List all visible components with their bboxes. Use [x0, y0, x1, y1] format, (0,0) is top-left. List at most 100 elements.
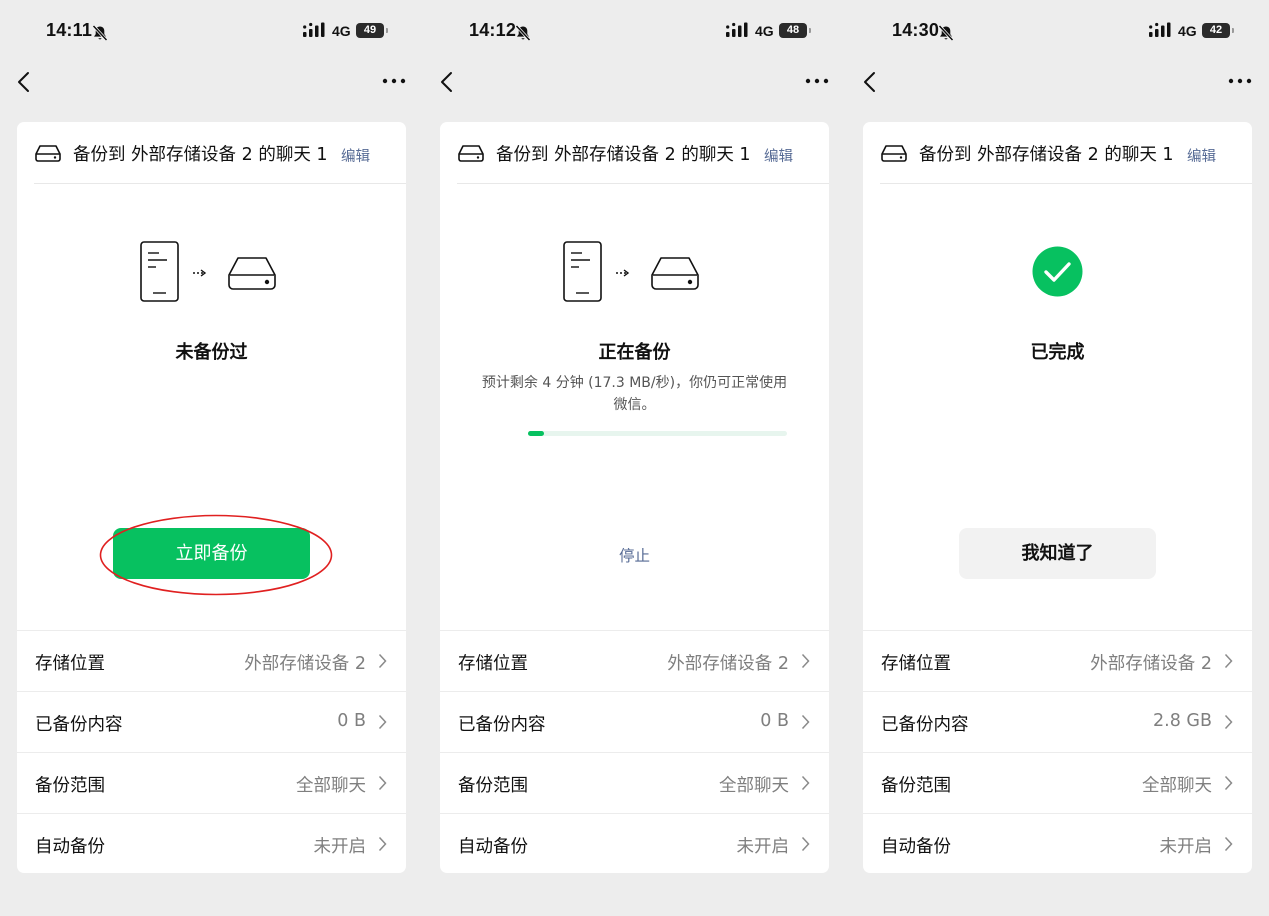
card-header: 备份到 外部存储设备 2 的聊天 1 编辑: [440, 122, 829, 184]
chevron-right-icon: [801, 653, 810, 669]
got-it-button[interactable]: 我知道了: [959, 528, 1156, 579]
bell-off-icon: [938, 24, 954, 42]
state-label: 已完成: [1030, 342, 1085, 363]
settings-list: 存储位置 外部存储设备 2 已备份内容 2.8 GB 备份范围 全部聊天 自动备…: [863, 630, 1252, 873]
row-label: 自动备份: [458, 837, 528, 857]
settings-list: 存储位置 外部存储设备 2 已备份内容 0 B 备份范围 全部聊天 自动备份 未…: [440, 630, 829, 873]
network-label: 4G: [755, 23, 774, 39]
card-header: 备份到 外部存储设备 2 的聊天 1 编辑: [863, 122, 1252, 184]
chevron-right-icon: [1224, 775, 1233, 791]
battery-icon: 42: [1202, 23, 1234, 38]
arrow-right-icon: [193, 269, 207, 277]
row-label: 已备份内容: [881, 715, 969, 735]
divider: [34, 183, 406, 184]
status-bar: 14:30 4G 42: [846, 18, 1269, 46]
hard-drive-icon: [228, 257, 276, 290]
row-value: 未开启: [736, 837, 790, 857]
state-label: 正在备份: [598, 342, 671, 363]
back-chevron-icon[interactable]: [862, 71, 880, 93]
row-value: 全部聊天: [1142, 776, 1212, 796]
screen-not-backed-up: 14:11 4G 49 备份到 外部存储设备 2 的聊天 1 编辑 未备份过 立…: [0, 0, 423, 916]
battery-icon: 48: [779, 23, 811, 38]
arrow-right-icon: [616, 269, 630, 277]
phone-icon: [563, 241, 602, 302]
signal-icon: [726, 22, 748, 37]
edit-link[interactable]: 编辑: [1187, 145, 1216, 166]
network-label: 4G: [332, 23, 351, 39]
hard-drive-icon: [35, 145, 61, 162]
row-value: 未开启: [1159, 837, 1213, 857]
row-auto-backup[interactable]: 自动备份 未开启: [17, 813, 406, 873]
row-label: 备份范围: [458, 776, 528, 796]
signal-icon: [303, 22, 325, 37]
card-title: 备份到 外部存储设备 2 的聊天 1: [496, 145, 751, 165]
row-value: 0 B: [760, 711, 789, 731]
status-time: 14:11: [46, 20, 93, 40]
row-backed-up-content[interactable]: 已备份内容 0 B: [17, 691, 406, 752]
bell-off-icon: [92, 24, 108, 42]
more-icon[interactable]: [382, 74, 406, 88]
chevron-right-icon: [801, 836, 810, 852]
chevron-right-icon: [378, 836, 387, 852]
row-label: 备份范围: [881, 776, 951, 796]
phone-to-drive-illustration: [140, 241, 276, 302]
backup-now-button[interactable]: 立即备份: [113, 528, 310, 579]
edit-link[interactable]: 编辑: [341, 145, 370, 166]
hard-drive-icon: [458, 145, 484, 162]
row-label: 备份范围: [35, 776, 105, 796]
state-label: 未备份过: [175, 342, 248, 363]
check-circle-icon: [1032, 246, 1083, 297]
signal-icon: [1149, 22, 1171, 37]
more-icon[interactable]: [1228, 74, 1252, 88]
chevron-right-icon: [801, 714, 810, 730]
row-auto-backup[interactable]: 自动备份 未开启: [863, 813, 1252, 873]
row-backed-up-content[interactable]: 已备份内容 0 B: [440, 691, 829, 752]
hard-drive-icon: [881, 145, 907, 162]
more-icon[interactable]: [805, 74, 829, 88]
progress-fill: [528, 431, 544, 436]
phone-icon: [140, 241, 179, 302]
back-chevron-icon[interactable]: [439, 71, 457, 93]
back-chevron-icon[interactable]: [16, 71, 34, 93]
row-value: 外部存储设备 2: [244, 654, 366, 674]
status-bar: 14:12 4G 48: [423, 18, 846, 46]
screen-completed: 14:30 4G 42 备份到 外部存储设备 2 的聊天 1 编辑 已完成 我知…: [846, 0, 1269, 916]
row-label: 存储位置: [35, 654, 105, 674]
row-backup-scope[interactable]: 备份范围 全部聊天: [440, 752, 829, 813]
edit-link[interactable]: 编辑: [764, 145, 793, 166]
row-label: 已备份内容: [458, 715, 546, 735]
state-subtitle: 预计剩余 4 分钟 (17.3 MB/秒)，你仍可正常使用微信。: [481, 375, 788, 413]
row-storage-location[interactable]: 存储位置 外部存储设备 2: [17, 630, 406, 691]
row-label: 自动备份: [35, 837, 105, 857]
battery-icon: 49: [356, 23, 388, 38]
network-label: 4G: [1178, 23, 1197, 39]
row-storage-location[interactable]: 存储位置 外部存储设备 2: [863, 630, 1252, 691]
backup-card: 备份到 外部存储设备 2 的聊天 1 编辑 正在备份 预计剩余 4 分钟 (17…: [440, 122, 829, 873]
chevron-right-icon: [1224, 653, 1233, 669]
chevron-right-icon: [378, 653, 387, 669]
row-auto-backup[interactable]: 自动备份 未开启: [440, 813, 829, 873]
stop-button[interactable]: 停止: [440, 544, 829, 566]
row-value: 0 B: [337, 711, 366, 731]
chevron-right-icon: [1224, 836, 1233, 852]
row-label: 存储位置: [458, 654, 528, 674]
card-title: 备份到 外部存储设备 2 的聊天 1: [73, 145, 328, 165]
backup-card: 备份到 外部存储设备 2 的聊天 1 编辑 已完成 我知道了 存储位置 外部存储…: [863, 122, 1252, 873]
settings-list: 存储位置 外部存储设备 2 已备份内容 0 B 备份范围 全部聊天 自动备份 未…: [17, 630, 406, 873]
backup-card: 备份到 外部存储设备 2 的聊天 1 编辑 未备份过 立即备份 存储位置 外部存…: [17, 122, 406, 873]
row-value: 全部聊天: [719, 776, 789, 796]
row-backed-up-content[interactable]: 已备份内容 2.8 GB: [863, 691, 1252, 752]
row-backup-scope[interactable]: 备份范围 全部聊天: [863, 752, 1252, 813]
row-value: 未开启: [313, 837, 367, 857]
card-header: 备份到 外部存储设备 2 的聊天 1 编辑: [17, 122, 406, 184]
card-title: 备份到 外部存储设备 2 的聊天 1: [919, 145, 1174, 165]
chevron-right-icon: [801, 775, 810, 791]
screen-backing-up: 14:12 4G 48 备份到 外部存储设备 2 的聊天 1 编辑 正在备份 预…: [423, 0, 846, 916]
chevron-right-icon: [378, 775, 387, 791]
phone-to-drive-illustration: [563, 241, 699, 302]
row-value: 2.8 GB: [1153, 711, 1212, 731]
row-storage-location[interactable]: 存储位置 外部存储设备 2: [440, 630, 829, 691]
divider: [457, 183, 829, 184]
row-label: 已备份内容: [35, 715, 123, 735]
row-backup-scope[interactable]: 备份范围 全部聊天: [17, 752, 406, 813]
